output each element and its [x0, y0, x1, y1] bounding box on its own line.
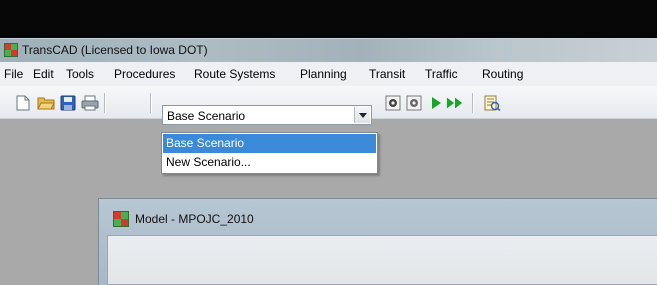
save-icon[interactable] — [59, 94, 77, 112]
settings-icon[interactable] — [405, 94, 423, 112]
model-child-window[interactable]: Model - MPOJC_2010 — [98, 198, 657, 285]
menu-transit[interactable]: Transit — [369, 67, 405, 81]
menu-routing[interactable]: Routing — [482, 67, 523, 81]
open-folder-icon[interactable] — [37, 94, 55, 112]
gear-settings-icon[interactable] — [384, 94, 402, 112]
window-title: TransCAD (Licensed to Iowa DOT) — [22, 43, 208, 57]
report-icon[interactable] — [483, 94, 501, 112]
child-window-title: Model - MPOJC_2010 — [135, 212, 254, 226]
title-bar[interactable]: TransCAD (Licensed to Iowa DOT) — [0, 38, 657, 62]
chevron-down-icon[interactable] — [354, 107, 370, 123]
child-window-client-area — [107, 235, 657, 285]
scenario-select-value: Base Scenario — [167, 109, 246, 123]
menu-bar: File Edit Tools Procedures Route Systems… — [0, 62, 657, 87]
transcad-app-icon — [4, 43, 18, 57]
menu-file[interactable]: File — [4, 67, 23, 81]
toolbar-separator — [150, 93, 151, 113]
model-window-icon — [113, 211, 129, 227]
menu-procedures[interactable]: Procedures — [114, 67, 175, 81]
menu-route-systems[interactable]: Route Systems — [194, 67, 275, 81]
menu-tools[interactable]: Tools — [66, 67, 94, 81]
toolbar-separator — [472, 93, 473, 113]
fast-forward-icon[interactable] — [446, 94, 464, 112]
scenario-option-new[interactable]: New Scenario... — [163, 153, 376, 172]
play-icon[interactable] — [427, 94, 445, 112]
scenario-option-base[interactable]: Base Scenario — [163, 134, 376, 153]
toolbar-separator — [104, 93, 105, 113]
scenario-dropdown-list: Base Scenario New Scenario... — [161, 132, 378, 174]
scenario-select[interactable]: Base Scenario — [162, 105, 372, 125]
print-icon[interactable] — [81, 94, 99, 112]
menu-traffic[interactable]: Traffic — [425, 67, 458, 81]
menu-edit[interactable]: Edit — [33, 67, 54, 81]
new-file-icon[interactable] — [14, 94, 32, 112]
menu-planning[interactable]: Planning — [300, 67, 347, 81]
screen-top-border — [0, 0, 657, 38]
